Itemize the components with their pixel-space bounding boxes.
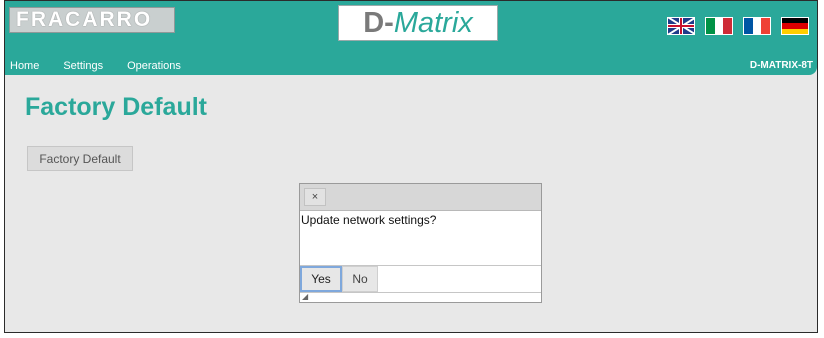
device-name: D-MATRIX-8T <box>749 60 813 71</box>
close-icon[interactable]: × <box>304 188 326 206</box>
language-flags <box>667 17 809 35</box>
resize-handle-icon[interactable]: ◢ <box>302 292 308 301</box>
flag-france-icon[interactable] <box>743 17 771 35</box>
factory-default-button[interactable]: Factory Default <box>27 146 133 171</box>
header-bar: FRACARRO D- Matrix Home Settings Operati… <box>5 1 817 75</box>
nav-operations[interactable]: Operations <box>127 60 181 72</box>
confirm-dialog: × Update network settings? Yes No ◢ <box>299 183 542 303</box>
nav-home[interactable]: Home <box>10 60 39 72</box>
flag-italy-icon[interactable] <box>705 17 733 35</box>
d-matrix-logo: D- Matrix <box>338 5 498 41</box>
logo-text: FRACARRO <box>16 8 153 31</box>
nav-settings[interactable]: Settings <box>63 60 103 72</box>
dialog-message: Update network settings? <box>300 211 541 266</box>
flag-germany-icon[interactable] <box>781 17 809 35</box>
page-title: Factory Default <box>25 93 207 121</box>
fracarro-logo: FRACARRO <box>9 7 175 33</box>
yes-button[interactable]: Yes <box>300 266 342 292</box>
app-window: FRACARRO D- Matrix Home Settings Operati… <box>4 0 818 333</box>
brand-name: Matrix <box>393 6 473 39</box>
brand-prefix: D- <box>363 6 394 39</box>
flag-uk-icon[interactable] <box>667 17 695 35</box>
no-button[interactable]: No <box>342 266 378 292</box>
main-nav: Home Settings Operations <box>10 60 205 72</box>
dialog-button-bar: Yes No <box>300 266 541 293</box>
dialog-titlebar: × <box>300 184 541 211</box>
